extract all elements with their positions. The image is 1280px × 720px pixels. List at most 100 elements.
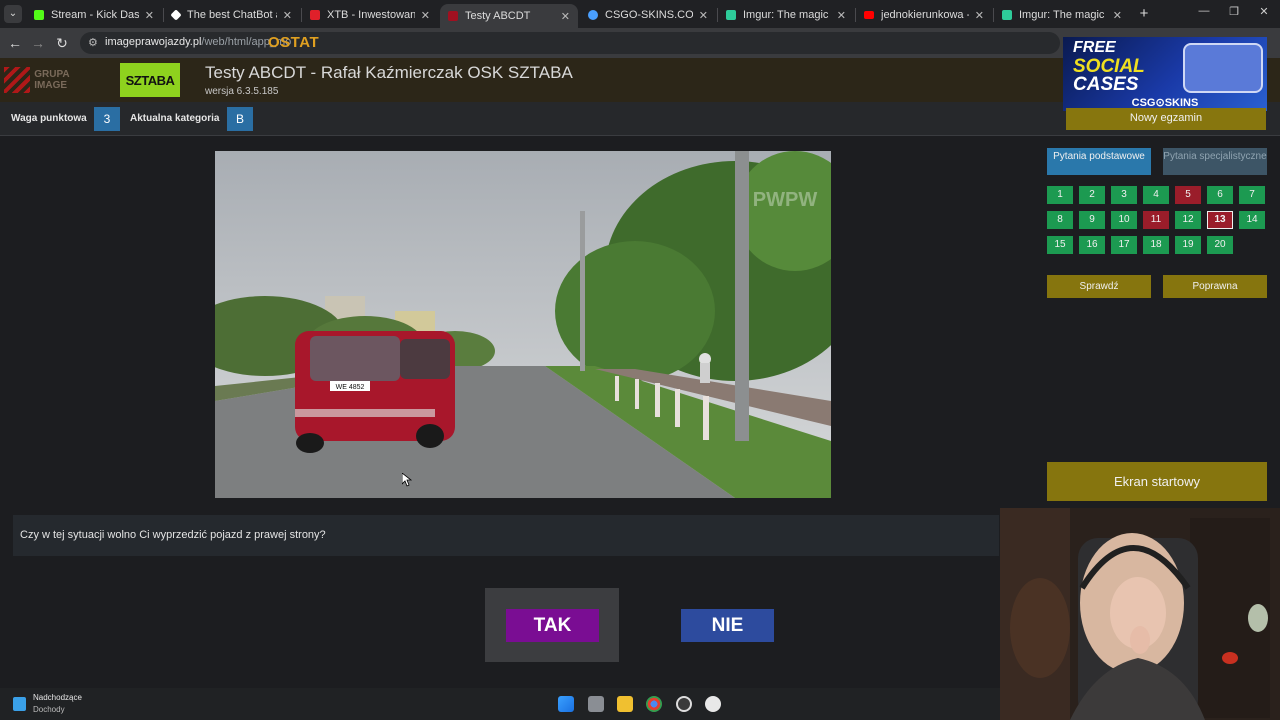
question-number-11[interactable]: 11 bbox=[1143, 211, 1169, 229]
tab-search-button[interactable]: ⌄ bbox=[4, 5, 22, 23]
video-watermark: PWPW bbox=[753, 189, 818, 211]
question-number-12[interactable]: 12 bbox=[1175, 211, 1201, 229]
question-number-3[interactable]: 3 bbox=[1111, 186, 1137, 204]
check-button[interactable]: Sprawdź bbox=[1047, 275, 1151, 298]
question-number-16[interactable]: 16 bbox=[1079, 236, 1105, 254]
yes-button[interactable]: TAK bbox=[506, 609, 599, 642]
tab-chatbot[interactable]: The best ChatBot and Wi ✕ bbox=[164, 4, 300, 26]
question-video[interactable]: WE 4852 PWPW bbox=[215, 151, 831, 498]
close-tab-icon[interactable]: ✕ bbox=[975, 9, 984, 22]
start-icon[interactable] bbox=[558, 696, 574, 712]
chrome-icon[interactable] bbox=[646, 696, 662, 712]
question-number-18[interactable]: 18 bbox=[1143, 236, 1169, 254]
question-number-7[interactable]: 7 bbox=[1239, 186, 1265, 204]
kick-icon bbox=[34, 10, 44, 20]
ad-line-cases: CASES bbox=[1073, 74, 1139, 95]
task-view-icon[interactable] bbox=[588, 696, 604, 712]
weather-widget-icon[interactable] bbox=[13, 697, 26, 711]
question-number-9[interactable]: 9 bbox=[1079, 211, 1105, 229]
grupa-logo-mark bbox=[4, 67, 31, 93]
reload-icon[interactable]: ↻ bbox=[54, 34, 70, 52]
close-tab-icon[interactable]: ✕ bbox=[421, 9, 430, 22]
close-tab-icon[interactable]: ✕ bbox=[699, 9, 708, 22]
widget-title: Nadchodzące bbox=[33, 693, 82, 702]
tab-title: Testy ABCDT bbox=[465, 10, 531, 22]
tab-imgur-2[interactable]: Imgur: The magic of the I ✕ bbox=[994, 4, 1130, 26]
url-text[interactable]: imageprawojazdy.pl/web/html/app_mo bbox=[105, 36, 291, 48]
question-number-20[interactable]: 20 bbox=[1207, 236, 1233, 254]
url-host: imageprawojazdy.pl bbox=[105, 36, 202, 48]
xtb-icon bbox=[310, 10, 320, 20]
start-screen-button[interactable]: Ekran startowy bbox=[1047, 462, 1267, 501]
close-tab-icon[interactable]: ✕ bbox=[561, 10, 570, 23]
tab-title: Imgur: The magic of the I bbox=[1019, 9, 1107, 21]
file-explorer-icon[interactable] bbox=[617, 696, 633, 712]
webcam-image bbox=[1000, 508, 1280, 720]
imgur-icon bbox=[726, 10, 736, 20]
tab-imgur[interactable]: Imgur: The magic of the I ✕ bbox=[718, 4, 854, 26]
tab-youtube[interactable]: jednokierunkowa - YouTu ✕ bbox=[856, 4, 992, 26]
close-window-icon[interactable]: ✕ bbox=[1252, 5, 1276, 18]
minimize-icon[interactable]: — bbox=[1192, 5, 1216, 17]
question-number-15[interactable]: 15 bbox=[1047, 236, 1073, 254]
question-number-5[interactable]: 5 bbox=[1175, 186, 1201, 204]
tab-title: Stream - Kick Dashboard bbox=[51, 9, 139, 21]
mouse-cursor-icon bbox=[402, 473, 412, 487]
category-label: Aktualna kategoria bbox=[130, 113, 220, 124]
question-number-4[interactable]: 4 bbox=[1143, 186, 1169, 204]
question-number-8[interactable]: 8 bbox=[1047, 211, 1073, 229]
page-title: Testy ABCDT - Rafał Kaźmierczak OSK SZTA… bbox=[205, 63, 573, 82]
close-tab-icon[interactable]: ✕ bbox=[1113, 9, 1122, 22]
streamer-webcam bbox=[1000, 508, 1280, 720]
youtube-icon bbox=[864, 11, 874, 19]
tab-csgo-skins[interactable]: CSGO-SKINS.COM - Najle ✕ bbox=[580, 4, 716, 26]
testy-icon bbox=[448, 11, 458, 21]
app-version: wersja 6.3.5.185 bbox=[205, 86, 279, 97]
correct-answer-button[interactable]: Poprawna bbox=[1163, 275, 1267, 298]
csgo-skins-ad[interactable]: FREE SOCIAL CASES CSG⊙SKINS bbox=[1063, 37, 1267, 111]
license-plate: WE 4852 bbox=[336, 384, 365, 391]
grupa-logo-text: GRUPA IMAGE bbox=[34, 69, 70, 91]
site-info-icon[interactable]: ⚙ bbox=[88, 36, 98, 49]
new-tab-button[interactable]: + bbox=[1136, 5, 1152, 22]
tab-kick[interactable]: Stream - Kick Dashboard ✕ bbox=[26, 4, 162, 26]
grupa-image-logo: GRUPA IMAGE bbox=[4, 64, 96, 96]
browser-tab-strip: ⌄ Stream - Kick Dashboard ✕ The best Cha… bbox=[0, 0, 1280, 28]
tab-title: CSGO-SKINS.COM - Najle bbox=[605, 9, 693, 21]
sztaba-logo: SZTABA bbox=[120, 63, 180, 97]
close-tab-icon[interactable]: ✕ bbox=[837, 9, 846, 22]
tab-title: XTB - Inwestowanie, Oszc bbox=[327, 9, 415, 21]
question-number-14[interactable]: 14 bbox=[1239, 211, 1265, 229]
stream-overlay-text: OSTAT bbox=[268, 34, 320, 51]
close-tab-icon[interactable]: ✕ bbox=[145, 9, 154, 22]
tab-title: jednokierunkowa - YouTu bbox=[881, 9, 969, 21]
question-number-6[interactable]: 6 bbox=[1207, 186, 1233, 204]
imgur-icon bbox=[1002, 10, 1012, 20]
csgo-icon bbox=[588, 10, 598, 20]
app-icon[interactable] bbox=[705, 696, 721, 712]
new-exam-button[interactable]: Nowy egzamin bbox=[1066, 108, 1266, 130]
weight-value-badge: 3 bbox=[94, 107, 120, 131]
widget-subtitle: Dochody bbox=[33, 705, 65, 714]
obs-icon[interactable] bbox=[676, 696, 692, 712]
tab-testy-abcdt[interactable]: Testy ABCDT ✕ bbox=[440, 4, 578, 28]
address-bar[interactable]: ⚙ imageprawojazdy.pl/web/html/app_mo bbox=[80, 32, 1060, 54]
road-scene-image: WE 4852 PWPW bbox=[215, 151, 831, 498]
question-number-17[interactable]: 17 bbox=[1111, 236, 1137, 254]
tab-basic-questions[interactable]: Pytania podstawowe bbox=[1047, 148, 1151, 175]
question-number-10[interactable]: 10 bbox=[1111, 211, 1137, 229]
tab-xtb[interactable]: XTB - Inwestowanie, Oszc ✕ bbox=[302, 4, 438, 26]
close-tab-icon[interactable]: ✕ bbox=[283, 9, 292, 22]
tab-special-questions[interactable]: Pytania specjalistyczne bbox=[1163, 148, 1267, 175]
back-icon[interactable]: ← bbox=[7, 34, 23, 52]
question-text: Czy w tej sytuacji wolno Ci wyprzedzić p… bbox=[20, 529, 326, 541]
forward-icon[interactable]: → bbox=[30, 34, 46, 52]
weight-label: Waga punktowa bbox=[11, 113, 87, 124]
restore-icon[interactable]: ❐ bbox=[1222, 5, 1246, 18]
question-number-2[interactable]: 2 bbox=[1079, 186, 1105, 204]
chatbot-icon bbox=[170, 9, 182, 21]
question-number-13[interactable]: 13 bbox=[1207, 211, 1233, 229]
question-number-1[interactable]: 1 bbox=[1047, 186, 1073, 204]
question-number-19[interactable]: 19 bbox=[1175, 236, 1201, 254]
no-button[interactable]: NIE bbox=[681, 609, 774, 642]
